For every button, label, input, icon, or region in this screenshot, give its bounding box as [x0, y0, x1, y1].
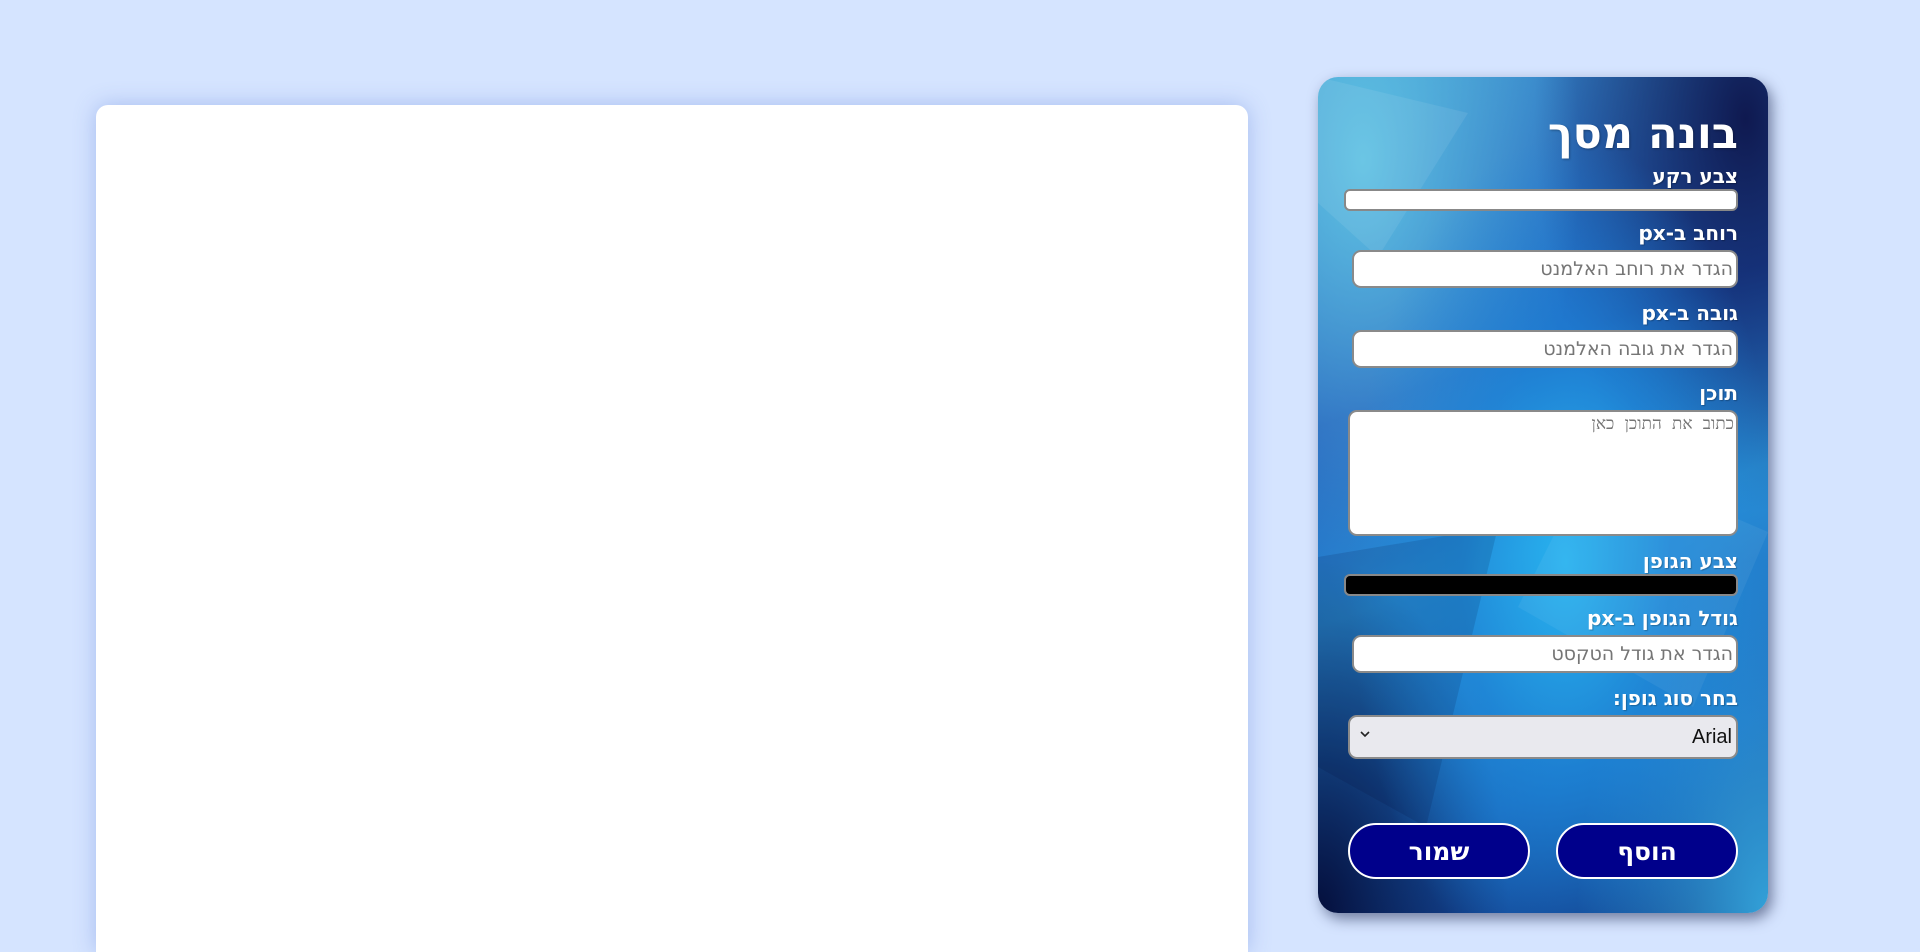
- height-input[interactable]: [1352, 330, 1738, 368]
- font-family-select-wrap: Arial: [1348, 715, 1738, 759]
- content-textarea[interactable]: [1348, 410, 1738, 536]
- screen-builder-panel: בונה מסך צבע רקע רוחב ב-px גובה ב-px תוכ…: [1318, 77, 1768, 913]
- font-size-input[interactable]: [1352, 635, 1738, 673]
- font-color-picker[interactable]: [1344, 574, 1738, 596]
- builder-form: בונה מסך צבע רקע רוחב ב-px גובה ב-px תוכ…: [1344, 107, 1738, 759]
- bg-color-picker[interactable]: [1344, 189, 1738, 211]
- bg-color-label: צבע רקע: [1652, 164, 1738, 188]
- font-size-label: גודל הגופן ב-px: [1587, 606, 1738, 630]
- font-family-label: בחר סוג גופן:: [1612, 686, 1738, 710]
- save-button[interactable]: שמור: [1348, 823, 1530, 879]
- action-buttons: הוסף שמור: [1348, 823, 1738, 883]
- height-label: גובה ב-px: [1641, 301, 1738, 325]
- content-label: תוכן: [1699, 381, 1738, 405]
- width-label: רוחב ב-px: [1638, 221, 1738, 245]
- panel-title: בונה מסך: [1547, 109, 1738, 159]
- preview-canvas: [96, 105, 1248, 952]
- add-button[interactable]: הוסף: [1556, 823, 1738, 879]
- width-input[interactable]: [1352, 250, 1738, 288]
- font-family-select[interactable]: Arial: [1348, 715, 1738, 759]
- font-color-label: צבע הגופן: [1642, 549, 1738, 573]
